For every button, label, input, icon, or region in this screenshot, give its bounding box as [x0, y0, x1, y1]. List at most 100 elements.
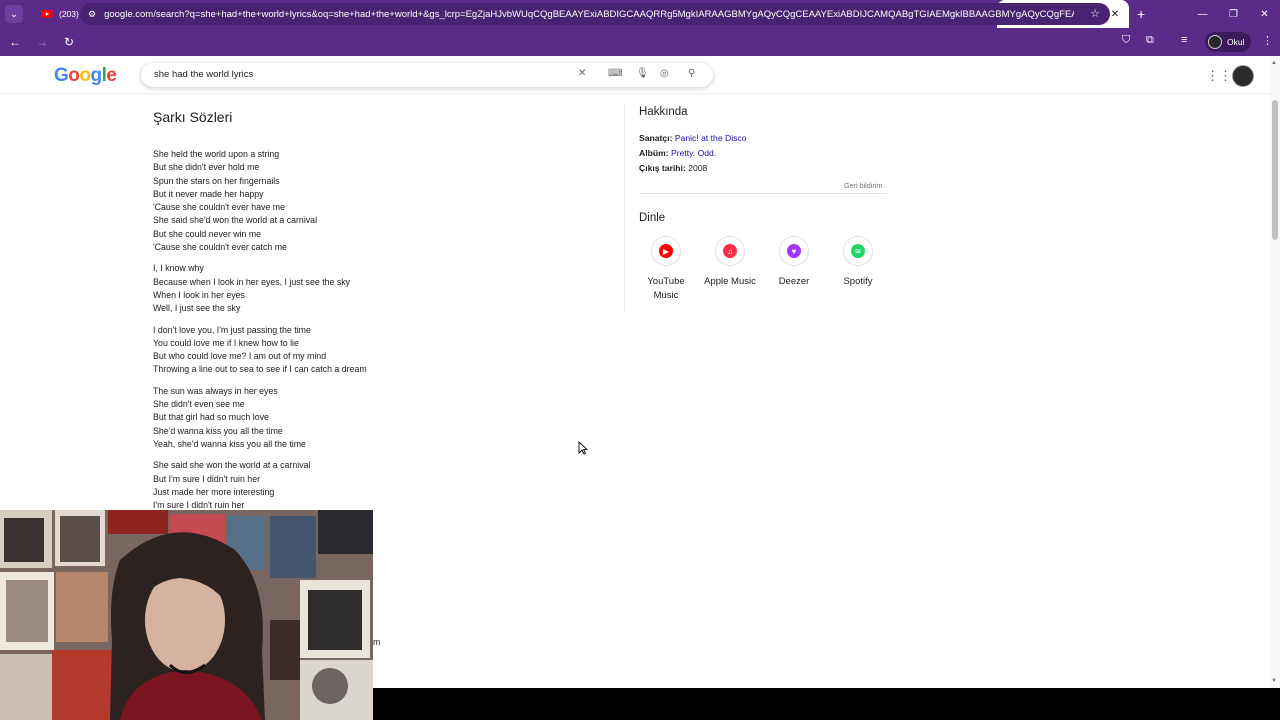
- service-icon-circle[interactable]: ≋: [843, 236, 873, 266]
- mouse-cursor-icon: [578, 441, 588, 455]
- lyrics-stanza: She held the world upon a string But she …: [153, 148, 583, 254]
- shield-icon[interactable]: ⛉: [1122, 34, 1130, 47]
- lyrics-line: The sun was always in her eyes: [153, 385, 278, 396]
- keyboard-icon[interactable]: ⌨: [608, 68, 622, 79]
- service-name: Apple Music: [704, 276, 756, 287]
- page-scrollbar[interactable]: ▲ ▼: [1270, 56, 1280, 688]
- apple-music-icon: ♫: [723, 244, 737, 258]
- artist-link[interactable]: Panic! at the Disco: [675, 133, 747, 143]
- lyrics-line: But she could never win me: [153, 228, 262, 239]
- lyrics-line: But I'm sure I didn't ruin her: [153, 473, 261, 484]
- lyrics-line: But it never made her happy: [153, 188, 264, 199]
- google-logo[interactable]: Google: [54, 65, 117, 87]
- address-bar[interactable]: ⚙ google.com/search?q=she+had+the+world+…: [80, 3, 1110, 25]
- reload-icon[interactable]: ↻: [57, 30, 81, 54]
- lyrics-line: She'd wanna kiss you all the time: [153, 425, 283, 436]
- browser-toolbar: ← → ↻: [0, 28, 1280, 56]
- artist-row: Sanatçı: Panic! at the Disco: [639, 133, 746, 143]
- lyrics-line: Spun the stars on her fingernails: [153, 175, 280, 186]
- service-name: Spotify: [843, 276, 873, 287]
- site-info-icon[interactable]: ⚙: [88, 9, 96, 20]
- close-window-icon[interactable]: ✕: [1249, 0, 1280, 28]
- back-icon[interactable]: ←: [3, 30, 27, 54]
- scroll-down-icon[interactable]: ▼: [1271, 678, 1277, 684]
- lyrics-line: I don't love you, I'm just passing the t…: [153, 324, 311, 335]
- webcam-overlay: [0, 510, 373, 720]
- service-icon-circle[interactable]: ♥: [779, 236, 809, 266]
- lyrics-line: She held the world upon a string: [153, 149, 280, 159]
- lyrics-line: I, I know why: [153, 263, 204, 274]
- lyrics-line: When I look in her eyes: [153, 289, 245, 300]
- deezer-icon: ♥: [787, 244, 801, 258]
- forward-icon[interactable]: →: [30, 30, 54, 54]
- search-input[interactable]: she had the world lyrics: [154, 69, 253, 80]
- scroll-up-icon[interactable]: ▲: [1271, 60, 1277, 66]
- close-tab-icon[interactable]: ✕: [1109, 9, 1121, 20]
- lyrics-heading: Şarkı Sözleri: [153, 109, 233, 125]
- microphone-icon[interactable]: 🎙: [636, 68, 649, 79]
- logo-letter: G: [54, 65, 69, 86]
- spotify-icon: ≋: [851, 244, 865, 258]
- search-icon[interactable]: ⚲: [688, 68, 695, 79]
- lyrics-line: Because when I look in her eyes, I just …: [153, 276, 351, 287]
- service-icon-circle[interactable]: ♫: [715, 236, 745, 266]
- google-header: Google she had the world lyrics ✕ ⌨ 🎙 ◎ …: [0, 56, 1270, 94]
- lyrics-stanza: I, I know why Because when I look in her …: [153, 262, 583, 315]
- tab-search-icon[interactable]: ⌄: [5, 5, 23, 23]
- search-box[interactable]: she had the world lyrics ✕ ⌨ 🎙 ◎ ⚲: [141, 63, 713, 87]
- minimize-icon[interactable]: —: [1187, 0, 1218, 28]
- lyrics-line: I'm sure I didn't ruin her: [153, 500, 245, 510]
- extensions-icon[interactable]: ⧉: [1146, 34, 1154, 47]
- lyrics-line: She said she won the world at a carnival: [153, 460, 311, 471]
- lyrics-line: But she didn't ever hold me: [153, 162, 260, 173]
- profile-button[interactable]: Okul: [1205, 32, 1251, 52]
- release-label: Çıkış tarihi:: [639, 163, 686, 173]
- logo-letter: e: [106, 65, 117, 86]
- clear-icon[interactable]: ✕: [578, 68, 586, 79]
- lyrics-stanza: I don't love you, I'm just passing the t…: [153, 324, 583, 377]
- listen-service-spotify[interactable]: ≋ Spotify: [826, 236, 890, 289]
- window-controls: — ❐ ✕: [1187, 0, 1280, 28]
- listen-heading: Dinle: [639, 212, 666, 224]
- lyrics-line: Just made her more interesting: [153, 486, 275, 497]
- lyrics-stanza: The sun was always in her eyes She didn't…: [153, 385, 583, 451]
- listen-service-youtube-music[interactable]: ▶ YouTube Music: [634, 236, 698, 303]
- account-avatar[interactable]: [1232, 65, 1254, 87]
- service-icon-circle[interactable]: ▶: [651, 236, 681, 266]
- lyrics-line: But who could love me? I am out of my mi…: [153, 351, 327, 362]
- lyrics-line: She said she'd won the world at a carniv…: [153, 215, 318, 226]
- lyrics-line: Well, I just see the sky: [153, 303, 241, 314]
- panel-divider: [624, 104, 625, 312]
- about-divider: [639, 193, 887, 194]
- lyrics-line: Yeah, she'd wanna kiss you all the time: [153, 438, 306, 449]
- partial-lyric-text: m: [373, 637, 381, 647]
- logo-letter: o: [68, 65, 80, 86]
- lyrics-line: She didn't even see me: [153, 399, 245, 410]
- bookmark-star-icon[interactable]: ☆: [1090, 7, 1100, 20]
- about-heading: Hakkında: [639, 106, 688, 118]
- album-link[interactable]: Pretty. Odd.: [671, 148, 716, 158]
- service-name: YouTube Music: [647, 276, 685, 301]
- release-row: Çıkış tarihi: 2008: [639, 163, 707, 173]
- lyrics-line: But that girl had so much love: [153, 412, 269, 423]
- service-name: Deezer: [778, 276, 810, 287]
- webcam-feed-image: [0, 510, 373, 720]
- logo-letter: g: [90, 65, 103, 86]
- feedback-link[interactable]: Geri bildirim: [844, 181, 882, 190]
- maximize-icon[interactable]: ❐: [1218, 0, 1249, 28]
- menu-kebab-icon[interactable]: ⋮: [1262, 34, 1273, 47]
- listen-service-apple-music[interactable]: ♫ Apple Music: [698, 236, 762, 289]
- lens-icon[interactable]: ◎: [660, 68, 669, 79]
- lyrics-line: 'Cause she couldn't ever have me: [153, 202, 285, 213]
- youtube-music-icon: ▶: [659, 244, 673, 258]
- url-text[interactable]: google.com/search?q=she+had+the+world+ly…: [104, 9, 1074, 20]
- media-controls-icon[interactable]: ≡: [1181, 34, 1187, 46]
- artist-label: Sanatçı:: [639, 133, 673, 143]
- youtube-favicon-icon: [41, 10, 53, 18]
- lyrics-body: She held the world upon a string But she …: [153, 148, 583, 510]
- new-tab-icon[interactable]: +: [1137, 6, 1145, 22]
- scrollbar-thumb[interactable]: [1272, 100, 1278, 240]
- profile-label: Okul: [1227, 37, 1245, 47]
- album-row: Albüm: Pretty. Odd.: [639, 148, 716, 158]
- listen-service-deezer[interactable]: ♥ Deezer: [762, 236, 826, 289]
